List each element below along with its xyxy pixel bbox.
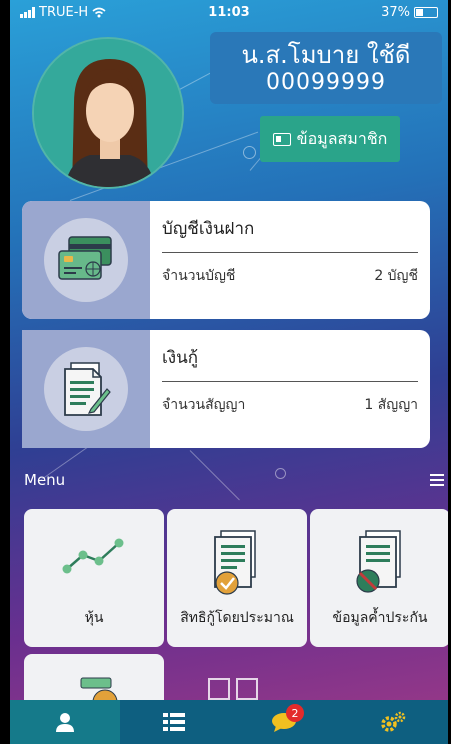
menu-tile-label: ข้อมูลค้ำประกัน [332, 610, 428, 626]
id-card-icon [272, 132, 291, 146]
square-outline-icon [236, 678, 258, 700]
hamburger-menu-icon[interactable] [430, 474, 444, 489]
nav-settings[interactable] [339, 700, 449, 744]
app-screen: TRUE-H 11:03 37% น.ส.โมบาย ใช้ดี 0009999… [10, 0, 448, 744]
credit-card-icon [58, 236, 112, 280]
member-name-box: น.ส.โมบาย ใช้ดี 00099999 [210, 32, 442, 104]
loan-row-value: 1 สัญญา [364, 397, 418, 413]
decor-circle [275, 468, 286, 479]
settings-icon [381, 711, 406, 732]
loan-estimate-icon [214, 530, 256, 595]
member-name: น.ส.โมบาย ใช้ดี [241, 41, 411, 69]
loan-card[interactable]: เงินกู้ จำนวนสัญญา 1 สัญญา [22, 330, 430, 448]
deposit-row-label: จำนวนบัญชี [162, 268, 236, 284]
loan-row-label: จำนวนสัญญา [162, 397, 246, 413]
nav-messages[interactable]: 2 [229, 700, 339, 744]
menu-label: Menu [24, 471, 66, 489]
menu-tile-label: สิทธิกู้โดยประมาณ [180, 610, 294, 626]
menu-tile-loan-estimate[interactable]: สิทธิกู้โดยประมาณ [167, 509, 307, 647]
decor-circle [243, 146, 256, 159]
member-info-button[interactable]: ข้อมูลสมาชิก [260, 116, 400, 162]
battery-percent: 37% [381, 4, 410, 20]
female-user-avatar-icon [34, 39, 182, 187]
member-info-button-label: ข้อมูลสมาชิก [296, 128, 388, 148]
notification-badge: 2 [286, 704, 304, 722]
list-icon [163, 713, 186, 731]
menu-tile-shares[interactable]: หุ้น [24, 509, 164, 647]
square-outline-icon [208, 678, 230, 700]
wifi-icon [92, 7, 106, 17]
stock-chart-icon [62, 538, 124, 574]
guarantee-icon [356, 530, 401, 593]
carrier-name: TRUE-H [39, 4, 89, 20]
user-icon [55, 713, 74, 732]
loan-card-title: เงินกู้ [162, 344, 418, 382]
decor-line [189, 450, 240, 501]
nav-list[interactable] [120, 700, 230, 744]
battery-icon [414, 6, 438, 18]
deposit-account-card[interactable]: บัญชีเงินฝาก จำนวนบัญชี 2 บัญชี [22, 201, 430, 319]
avatar[interactable] [32, 37, 184, 189]
loan-document-icon [64, 362, 111, 416]
signal-icon [20, 6, 35, 18]
member-id: 00099999 [266, 70, 386, 95]
menu-tile-guarantee[interactable]: ข้อมูลค้ำประกัน [310, 509, 448, 647]
status-bar: TRUE-H 11:03 37% [10, 0, 448, 24]
menu-tile-label: หุ้น [84, 610, 104, 626]
deposit-card-title: บัญชีเงินฝาก [162, 215, 418, 253]
deposit-row-value: 2 บัญชี [374, 268, 418, 284]
nav-profile[interactable] [10, 700, 120, 744]
bottom-navigation: 2 [10, 700, 448, 744]
